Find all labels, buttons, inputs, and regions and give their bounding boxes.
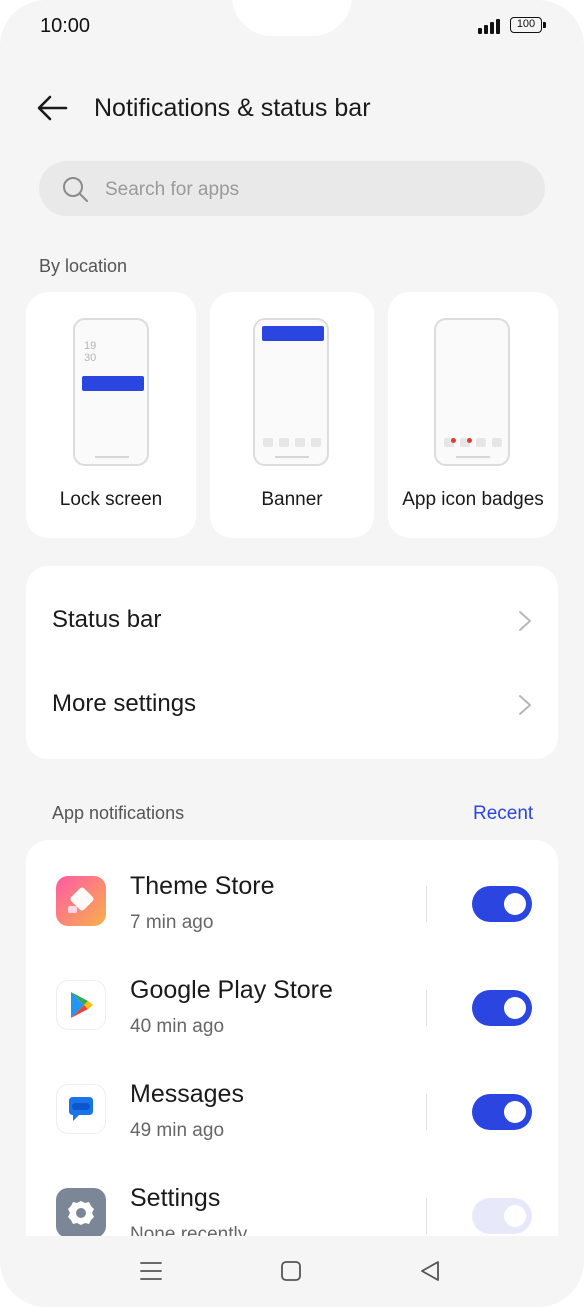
- notification-bar-preview: [82, 376, 144, 391]
- recent-sort-button[interactable]: Recent: [473, 803, 533, 825]
- toggle-knob: [504, 997, 526, 1019]
- search-input[interactable]: [103, 161, 527, 218]
- toggle-knob: [504, 1101, 526, 1123]
- home-square-icon[interactable]: [278, 1258, 304, 1284]
- phone-screen: 10:00 100 Notifications & status bar By …: [0, 0, 584, 1307]
- banner-preview: [253, 318, 329, 466]
- app-notifications-label: App notifications: [52, 803, 185, 823]
- app-last-notification-time: 40 min ago: [130, 1016, 225, 1037]
- chevron-right-icon: [519, 611, 531, 631]
- app-icon-badges-label: App icon badges: [402, 489, 544, 510]
- search-icon: [63, 177, 88, 202]
- app-notifications-list: Theme Store 7 min ago Google Play Store …: [26, 840, 558, 1240]
- dock-icon-preview: [476, 438, 486, 447]
- more-settings-row[interactable]: More settings: [26, 662, 558, 759]
- lock-screen-preview: 19 30: [73, 318, 149, 466]
- app-row-settings[interactable]: Settings None recently: [26, 1184, 558, 1240]
- settings-gear-icon: [56, 1188, 106, 1238]
- row-divider: [426, 886, 427, 922]
- app-last-notification-time: 7 min ago: [130, 912, 214, 933]
- theme-store-toggle[interactable]: [472, 886, 532, 922]
- app-name: Messages: [130, 1080, 244, 1108]
- lock-screen-card[interactable]: 19 30 Lock screen: [26, 292, 196, 538]
- app-name: Google Play Store: [130, 976, 333, 1004]
- toggle-knob: [504, 1205, 526, 1227]
- messages-toggle[interactable]: [472, 1094, 532, 1130]
- back-arrow-icon[interactable]: [36, 94, 68, 122]
- signal-icon: [478, 18, 502, 34]
- preview-clock-hour: 19: [84, 340, 97, 352]
- row-divider: [426, 990, 427, 1026]
- google-play-store-toggle[interactable]: [472, 990, 532, 1026]
- banner-label: Banner: [261, 489, 323, 510]
- badge-dot: [467, 438, 472, 443]
- back-triangle-icon[interactable]: [417, 1258, 443, 1284]
- app-icon-badges-preview: [434, 318, 510, 466]
- status-bar-row[interactable]: Status bar: [26, 566, 558, 662]
- banner-bar-preview: [262, 326, 324, 341]
- status-bar-label: Status bar: [52, 606, 162, 633]
- dock-icon-preview: [311, 438, 321, 447]
- by-location-label: By location: [39, 256, 128, 276]
- app-name: Theme Store: [130, 872, 275, 900]
- settings-toggle[interactable]: [472, 1198, 532, 1234]
- row-divider: [426, 1094, 427, 1130]
- status-time: 10:00: [40, 15, 91, 37]
- badge-dot: [451, 438, 456, 443]
- dock-icon-preview: [263, 438, 273, 447]
- recent-apps-menu-icon[interactable]: [138, 1258, 164, 1284]
- home-indicator: [95, 456, 129, 458]
- dock-icon-preview: [492, 438, 502, 447]
- app-row-messages[interactable]: Messages 49 min ago: [26, 1080, 558, 1188]
- system-navigation-bar: [0, 1236, 584, 1307]
- banner-card[interactable]: Banner: [210, 292, 374, 538]
- home-indicator: [456, 456, 490, 458]
- messages-icon: [56, 1084, 106, 1134]
- chevron-right-icon: [519, 695, 531, 715]
- page-title: Notifications & status bar: [94, 94, 371, 122]
- more-settings-label: More settings: [52, 690, 197, 717]
- page-header: Notifications & status bar: [0, 84, 584, 134]
- status-bar: 10:00 100: [0, 0, 584, 54]
- preview-clock-minute: 30: [84, 352, 97, 364]
- search-bar[interactable]: [39, 161, 545, 218]
- app-name: Settings: [130, 1184, 221, 1212]
- lock-screen-label: Lock screen: [59, 489, 163, 510]
- home-indicator: [275, 456, 309, 458]
- row-divider: [426, 1198, 427, 1234]
- settings-list: Status bar More settings: [26, 566, 558, 759]
- theme-store-icon: [56, 876, 106, 926]
- app-icon-badges-card[interactable]: App icon badges: [388, 292, 558, 538]
- google-play-icon: [56, 980, 106, 1030]
- dock-icon-preview: [279, 438, 289, 447]
- app-row-google-play-store[interactable]: Google Play Store 40 min ago: [26, 976, 558, 1084]
- app-last-notification-time: 49 min ago: [130, 1120, 225, 1141]
- app-row-theme-store[interactable]: Theme Store 7 min ago: [26, 872, 558, 980]
- dock-icon-preview: [295, 438, 305, 447]
- toggle-knob: [504, 893, 526, 915]
- battery-icon: 100: [510, 17, 546, 33]
